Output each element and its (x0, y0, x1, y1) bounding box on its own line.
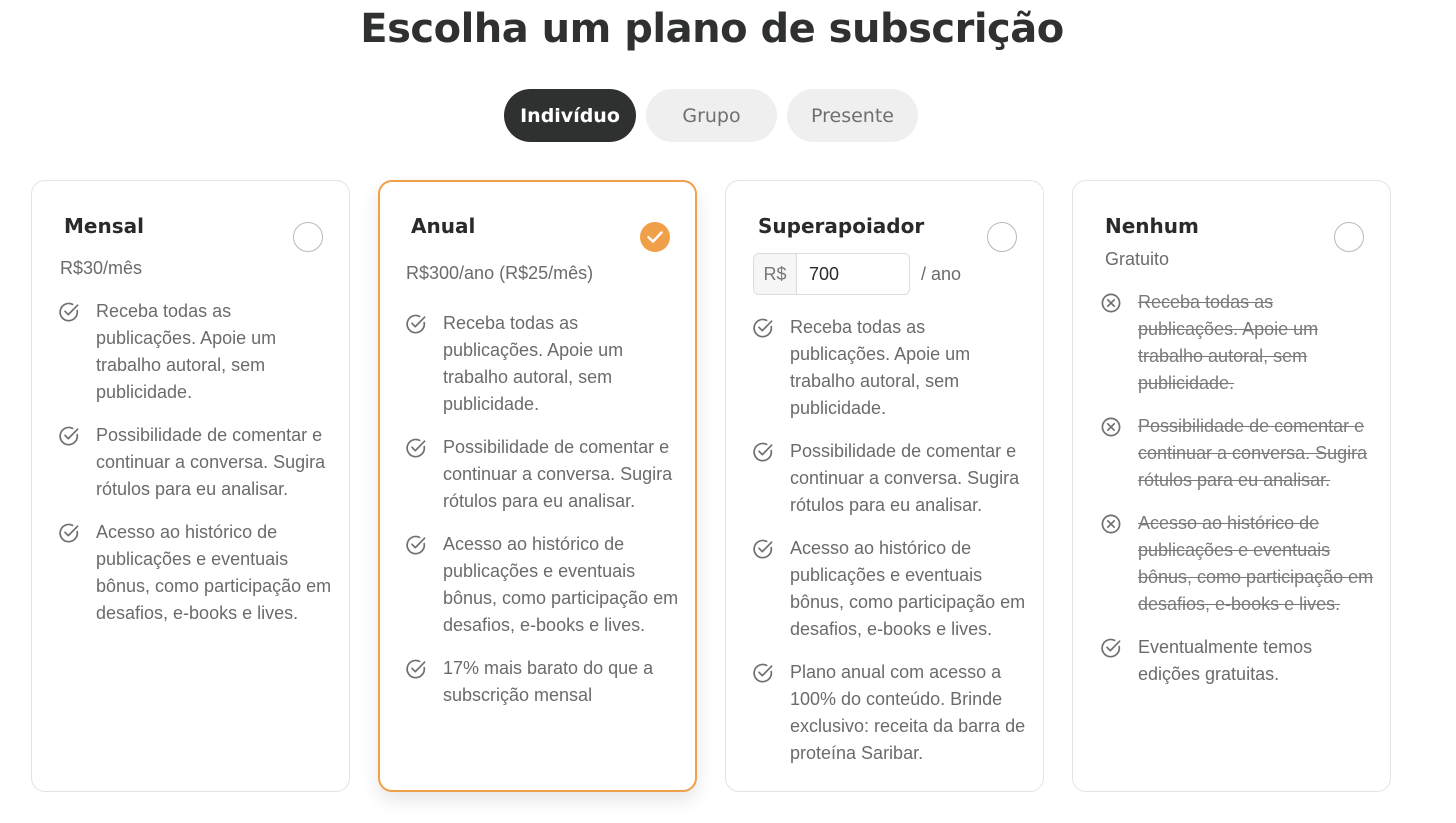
custom-amount-row: R$ / ano (753, 253, 961, 295)
feature-item: Eventualmente temos edições gratuitas. (1100, 634, 1378, 688)
checkmark-icon (647, 231, 663, 243)
feature-item: 17% mais barato do que a subscrição mens… (405, 655, 681, 709)
feature-item: Acesso ao histórico de publicações e eve… (405, 531, 681, 639)
plan-name: Anual (411, 214, 476, 238)
amount-input[interactable] (797, 254, 909, 294)
plan-radio[interactable] (987, 222, 1017, 252)
check-circle-icon (405, 437, 427, 459)
feature-item: Acesso ao histórico de publicações e eve… (752, 535, 1029, 643)
plan-radio[interactable] (1334, 222, 1364, 252)
feature-item-excluded: Possibilidade de comentar e continuar a … (1100, 413, 1378, 494)
x-circle-icon (1100, 292, 1122, 314)
plan-name: Mensal (64, 214, 144, 238)
amount-field: R$ (753, 253, 910, 295)
check-circle-icon (405, 658, 427, 680)
plan-name: Superapoiador (758, 214, 925, 238)
check-circle-icon (58, 425, 80, 447)
tab-grupo[interactable]: Grupo (646, 89, 777, 142)
plan-card-anual[interactable]: Anual R$300/ano (R$25/mês) Receba todas … (378, 180, 697, 792)
tab-presente[interactable]: Presente (787, 89, 918, 142)
feature-list: Receba todas as publicações. Apoie um tr… (58, 298, 335, 643)
period-label: / ano (921, 263, 962, 284)
check-circle-icon (58, 301, 80, 323)
plan-price: R$300/ano (R$25/mês) (406, 263, 594, 283)
feature-item: Possibilidade de comentar e continuar a … (58, 422, 335, 503)
check-circle-icon (58, 522, 80, 544)
plan-radio[interactable] (293, 222, 323, 252)
x-circle-icon (1100, 513, 1122, 535)
tab-individuo[interactable]: Indivíduo (504, 89, 636, 142)
feature-item-excluded: Receba todas as publicações. Apoie um tr… (1100, 289, 1378, 397)
feature-item-excluded: Acesso ao histórico de publicações e eve… (1100, 510, 1378, 618)
feature-item: Possibilidade de comentar e continuar a … (752, 438, 1029, 519)
check-circle-icon (752, 662, 774, 684)
feature-item: Plano anual com acesso a 100% do conteúd… (752, 659, 1029, 767)
plan-radio-checked[interactable] (640, 222, 670, 252)
check-circle-icon (752, 441, 774, 463)
feature-item: Receba todas as publicações. Apoie um tr… (58, 298, 335, 406)
plan-price: R$30/mês (60, 258, 143, 278)
plan-card-nenhum[interactable]: Nenhum Gratuito Receba todas as publicaç… (1072, 180, 1391, 792)
feature-item: Acesso ao histórico de publicações e eve… (58, 519, 335, 627)
x-circle-icon (1100, 416, 1122, 438)
plan-name: Nenhum (1105, 214, 1199, 238)
feature-list: Receba todas as publicações. Apoie um tr… (405, 310, 681, 725)
feature-item: Receba todas as publicações. Apoie um tr… (405, 310, 681, 418)
plan-card-superapoiador[interactable]: Superapoiador R$ / ano Receba todas as p… (725, 180, 1044, 792)
plan-price: Gratuito (1105, 249, 1170, 269)
feature-list: Receba todas as publicações. Apoie um tr… (752, 314, 1029, 783)
check-circle-icon (405, 534, 427, 556)
check-circle-icon (752, 317, 774, 339)
check-circle-icon (752, 538, 774, 560)
feature-list: Receba todas as publicações. Apoie um tr… (1100, 289, 1378, 704)
plan-type-tabs: Indivíduo Grupo Presente (504, 89, 918, 142)
currency-prefix: R$ (754, 254, 797, 294)
plan-card-mensal[interactable]: Mensal R$30/mês Receba todas as publicaç… (31, 180, 350, 792)
check-circle-icon (405, 313, 427, 335)
check-circle-icon (1100, 637, 1122, 659)
page-title: Escolha um plano de subscrição (360, 6, 1064, 52)
feature-item: Receba todas as publicações. Apoie um tr… (752, 314, 1029, 422)
feature-item: Possibilidade de comentar e continuar a … (405, 434, 681, 515)
